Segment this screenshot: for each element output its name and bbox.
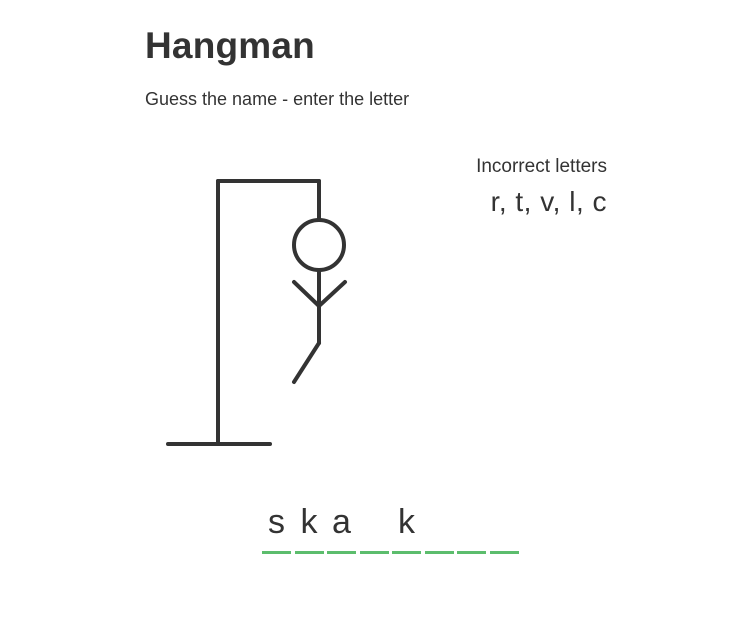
- letter-slot-3: a: [327, 502, 356, 554]
- figure-head: [292, 218, 346, 272]
- incorrect-letters-label: Incorrect letters: [476, 156, 607, 177]
- figure-right-arm: [317, 280, 347, 308]
- figure-left-leg: [292, 341, 321, 384]
- word-display: s k a k: [262, 502, 522, 554]
- figure-left-arm: [292, 280, 321, 308]
- letter-slot-2: k: [294, 502, 324, 554]
- letter-slot-7: [457, 502, 486, 554]
- letter-slot-6: [424, 502, 454, 554]
- incorrect-letters-list: r, t, v, l, c: [490, 185, 607, 217]
- incorrect-letters-panel: Incorrect letters r, t, v, l, c: [476, 156, 607, 218]
- letter-slot-5: k: [392, 502, 421, 554]
- letter-slot-8: [489, 502, 519, 554]
- letter-slot-4: [359, 502, 389, 554]
- letter-slot-1: s: [262, 502, 291, 554]
